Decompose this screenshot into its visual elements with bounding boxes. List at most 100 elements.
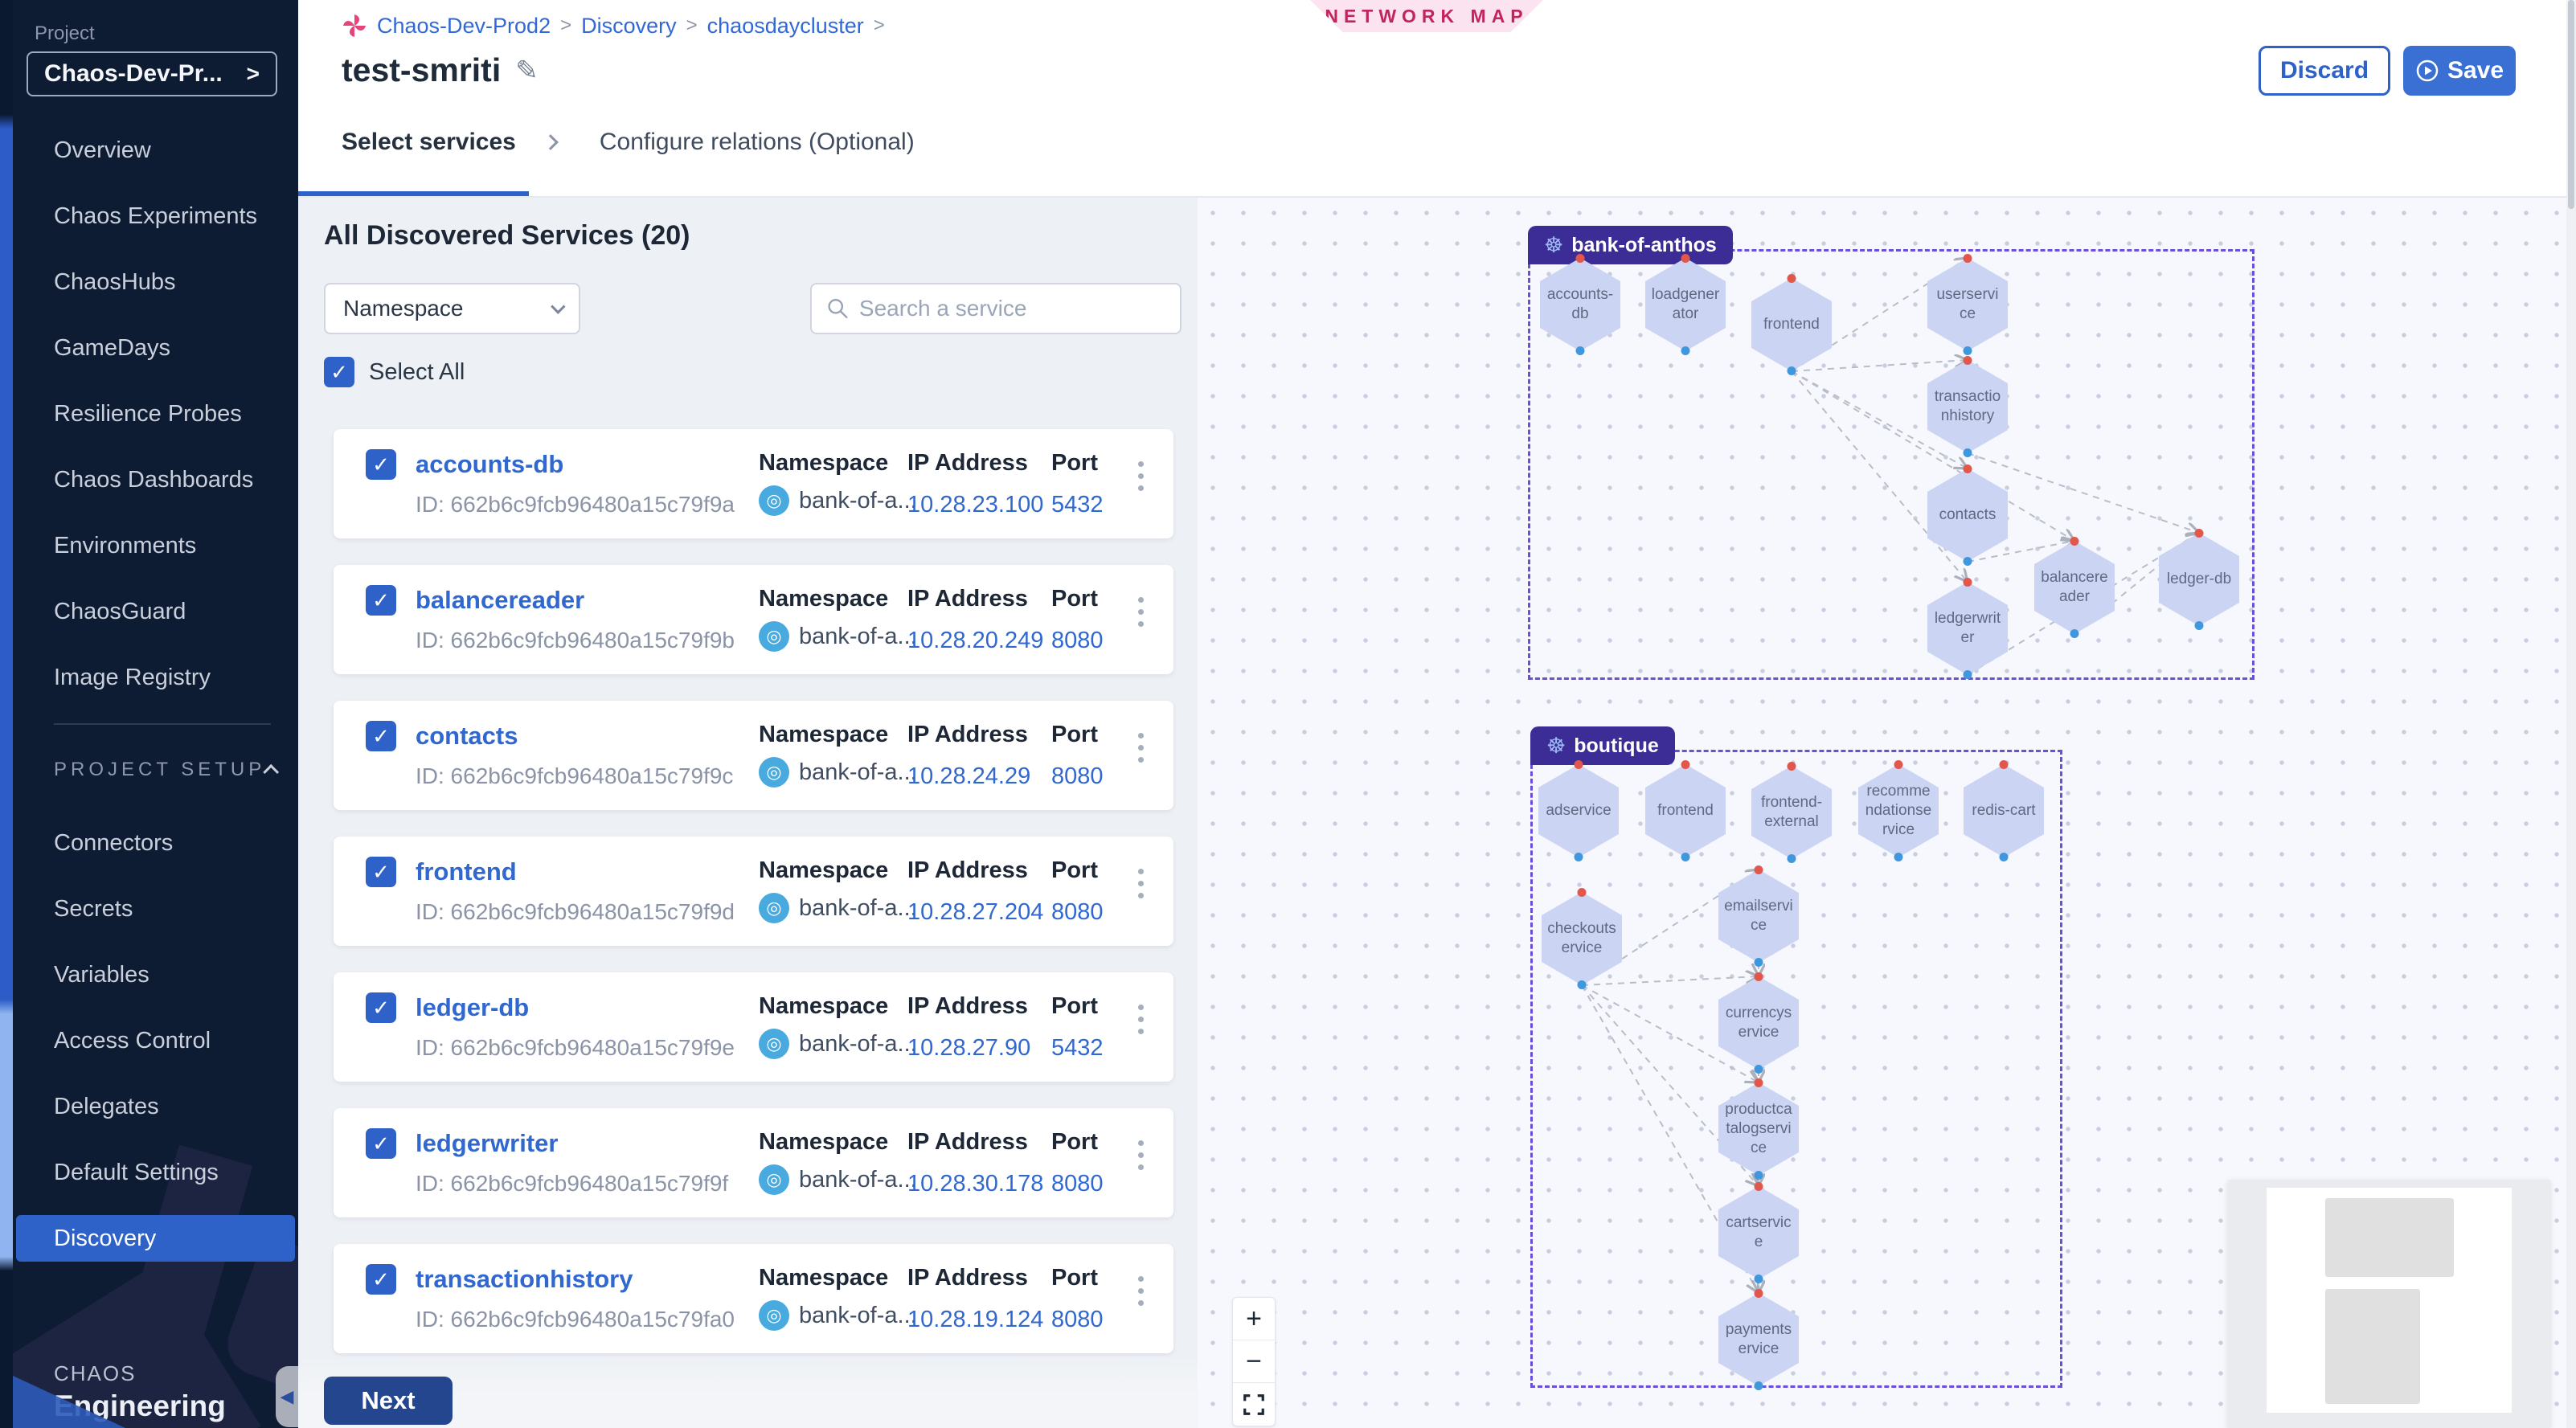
ip-column-header: IP Address — [907, 1129, 1028, 1156]
node-label: frontend-external — [1757, 766, 1826, 859]
map-node-ledger-db[interactable]: ledger-db — [2159, 533, 2239, 626]
map-node-userservice[interactable]: userservice — [1927, 258, 2008, 351]
service-name-link[interactable]: contacts — [416, 722, 518, 751]
map-node-accounts-db[interactable]: accounts-db — [1540, 258, 1620, 351]
sidebar-item-connectors[interactable]: Connectors — [13, 810, 298, 876]
sidebar-item-overview[interactable]: Overview — [13, 117, 298, 183]
sidebar-item-chaos-experiments[interactable]: Chaos Experiments — [13, 183, 298, 249]
project-selector[interactable]: Chaos-Dev-Pr... > — [27, 51, 277, 96]
map-node-recommendationservice[interactable]: recommendationservice — [1858, 764, 1939, 857]
service-id: ID: 662b6c9fcb96480a15c79f9e — [416, 1035, 735, 1061]
ip-value[interactable]: 10.28.23.100 — [907, 492, 1043, 518]
sidebar-item-delegates[interactable]: Delegates — [13, 1074, 298, 1140]
save-button[interactable]: Save — [2403, 46, 2516, 96]
ip-value[interactable]: 10.28.20.249 — [907, 628, 1043, 654]
breadcrumb-item[interactable]: Discovery — [581, 14, 677, 39]
network-map-canvas[interactable]: ☸bank-of-anthos accounts-dbloadgenerator… — [1198, 198, 2576, 1428]
sidebar-item-chaos-dashboards[interactable]: Chaos Dashboards — [13, 447, 298, 513]
service-name-link[interactable]: ledger-db — [416, 993, 529, 1022]
service-checkbox[interactable]: ✓ — [366, 585, 396, 616]
ip-value[interactable]: 10.28.27.204 — [907, 899, 1043, 926]
tab-configure-relations[interactable]: Configure relations (Optional) — [600, 129, 915, 156]
service-checkbox[interactable]: ✓ — [366, 449, 396, 480]
map-node-checkoutservice[interactable]: checkoutservice — [1542, 892, 1622, 985]
breadcrumb-item[interactable]: chaosdaycluster — [707, 14, 864, 39]
node-label: accounts-db — [1546, 258, 1615, 351]
map-node-frontend-external[interactable]: frontend-external — [1751, 766, 1832, 859]
ip-value[interactable]: 10.28.30.178 — [907, 1171, 1043, 1197]
sidebar-item-default-settings[interactable]: Default Settings — [13, 1140, 298, 1205]
service-checkbox[interactable]: ✓ — [366, 721, 396, 751]
fullscreen-button[interactable] — [1233, 1383, 1275, 1426]
map-node-paymentservice[interactable]: paymentservice — [1718, 1293, 1799, 1386]
service-name-link[interactable]: transactionhistory — [416, 1265, 633, 1294]
namespace-filter-dropdown[interactable]: Namespace — [324, 283, 580, 334]
node-input-port — [1575, 760, 1583, 769]
map-node-productcatalogservice[interactable]: productcatalogservice — [1718, 1082, 1799, 1176]
map-node-contacts[interactable]: contacts — [1927, 468, 2008, 562]
card-menu-button[interactable] — [1133, 592, 1149, 632]
service-checkbox[interactable]: ✓ — [366, 857, 396, 887]
sidebar-item-chaosguard[interactable]: ChaosGuard — [13, 579, 298, 644]
sidebar-item-image-registry[interactable]: Image Registry — [13, 644, 298, 710]
sidebar-item-gamedays[interactable]: GameDays — [13, 315, 298, 381]
ip-value[interactable]: 10.28.27.90 — [907, 1035, 1030, 1062]
group-badge-boutique[interactable]: ☸boutique — [1530, 726, 1675, 765]
node-output-port — [2070, 629, 2079, 638]
zoom-out-button[interactable]: − — [1233, 1340, 1275, 1383]
node-output-port — [1576, 346, 1585, 355]
sidebar-item-environments[interactable]: Environments — [13, 513, 298, 579]
map-node-transactionhistory[interactable]: transactionhistory — [1927, 360, 2008, 453]
discard-button[interactable]: Discard — [2259, 46, 2390, 96]
card-menu-button[interactable] — [1133, 456, 1149, 496]
service-name-link[interactable]: frontend — [416, 857, 517, 886]
service-name-link[interactable]: accounts-db — [416, 450, 563, 479]
service-checkbox[interactable]: ✓ — [366, 992, 396, 1023]
map-node-emailservice[interactable]: emailservice — [1718, 869, 1799, 963]
map-node-currencyservice[interactable]: currencyservice — [1718, 976, 1799, 1070]
select-all-checkbox[interactable]: ✓ — [324, 357, 354, 387]
sidebar-collapse-button[interactable]: ◀ — [276, 1366, 298, 1427]
project-setup-label: PROJECT SETUP — [54, 759, 265, 781]
map-node-frontend[interactable]: frontend — [1751, 278, 1832, 371]
card-menu-button[interactable] — [1133, 1135, 1149, 1175]
tab-select-services[interactable]: Select services — [342, 129, 516, 156]
map-node-loadgenerator[interactable]: loadgenerator — [1645, 258, 1726, 351]
sidebar-item-access-control[interactable]: Access Control — [13, 1008, 298, 1074]
map-node-ledgerwriter[interactable]: ledgerwriter — [1927, 582, 2008, 675]
next-button[interactable]: Next — [324, 1377, 453, 1425]
node-input-port — [1578, 888, 1587, 897]
sidebar-item-variables[interactable]: Variables — [13, 942, 298, 1008]
service-name-link[interactable]: ledgerwriter — [416, 1129, 558, 1158]
map-node-adservice[interactable]: adservice — [1538, 764, 1619, 857]
project-setup-header[interactable]: PROJECT SETUP — [54, 759, 279, 781]
sidebar-item-resilience-probes[interactable]: Resilience Probes — [13, 381, 298, 447]
card-menu-button[interactable] — [1133, 1271, 1149, 1311]
sidebar-item-discovery[interactable]: Discovery — [16, 1215, 295, 1262]
map-node-redis-cart[interactable]: redis-cart — [1964, 764, 2044, 857]
node-output-port — [1755, 1381, 1763, 1390]
page-scrollbar[interactable] — [2566, 0, 2576, 1428]
map-node-frontend[interactable]: frontend — [1645, 764, 1726, 857]
service-name-link[interactable]: balancereader — [416, 586, 584, 615]
service-checkbox[interactable]: ✓ — [366, 1264, 396, 1295]
node-output-port — [1755, 1275, 1763, 1283]
zoom-in-button[interactable]: + — [1233, 1298, 1275, 1340]
map-node-balancereader[interactable]: balancereader — [2034, 541, 2115, 634]
sidebar-item-chaoshubs[interactable]: ChaosHubs — [13, 249, 298, 315]
ip-value[interactable]: 10.28.24.29 — [907, 763, 1030, 790]
service-checkbox[interactable]: ✓ — [366, 1128, 396, 1159]
search-input[interactable] — [859, 296, 1165, 321]
card-menu-button[interactable] — [1133, 864, 1149, 903]
breadcrumb-item[interactable]: Chaos-Dev-Prod2 — [377, 14, 551, 39]
node-input-port — [1755, 1182, 1763, 1191]
scrollbar-thumb[interactable] — [2568, 0, 2574, 209]
card-menu-button[interactable] — [1133, 1000, 1149, 1039]
card-menu-button[interactable] — [1133, 728, 1149, 767]
ip-value[interactable]: 10.28.19.124 — [907, 1307, 1043, 1333]
map-minimap[interactable] — [2228, 1180, 2550, 1428]
sidebar-item-secrets[interactable]: Secrets — [13, 876, 298, 942]
map-node-cartservice[interactable]: cartservice — [1718, 1186, 1799, 1279]
edit-title-icon[interactable]: ✎ — [515, 55, 539, 87]
node-input-port — [1755, 1078, 1763, 1087]
